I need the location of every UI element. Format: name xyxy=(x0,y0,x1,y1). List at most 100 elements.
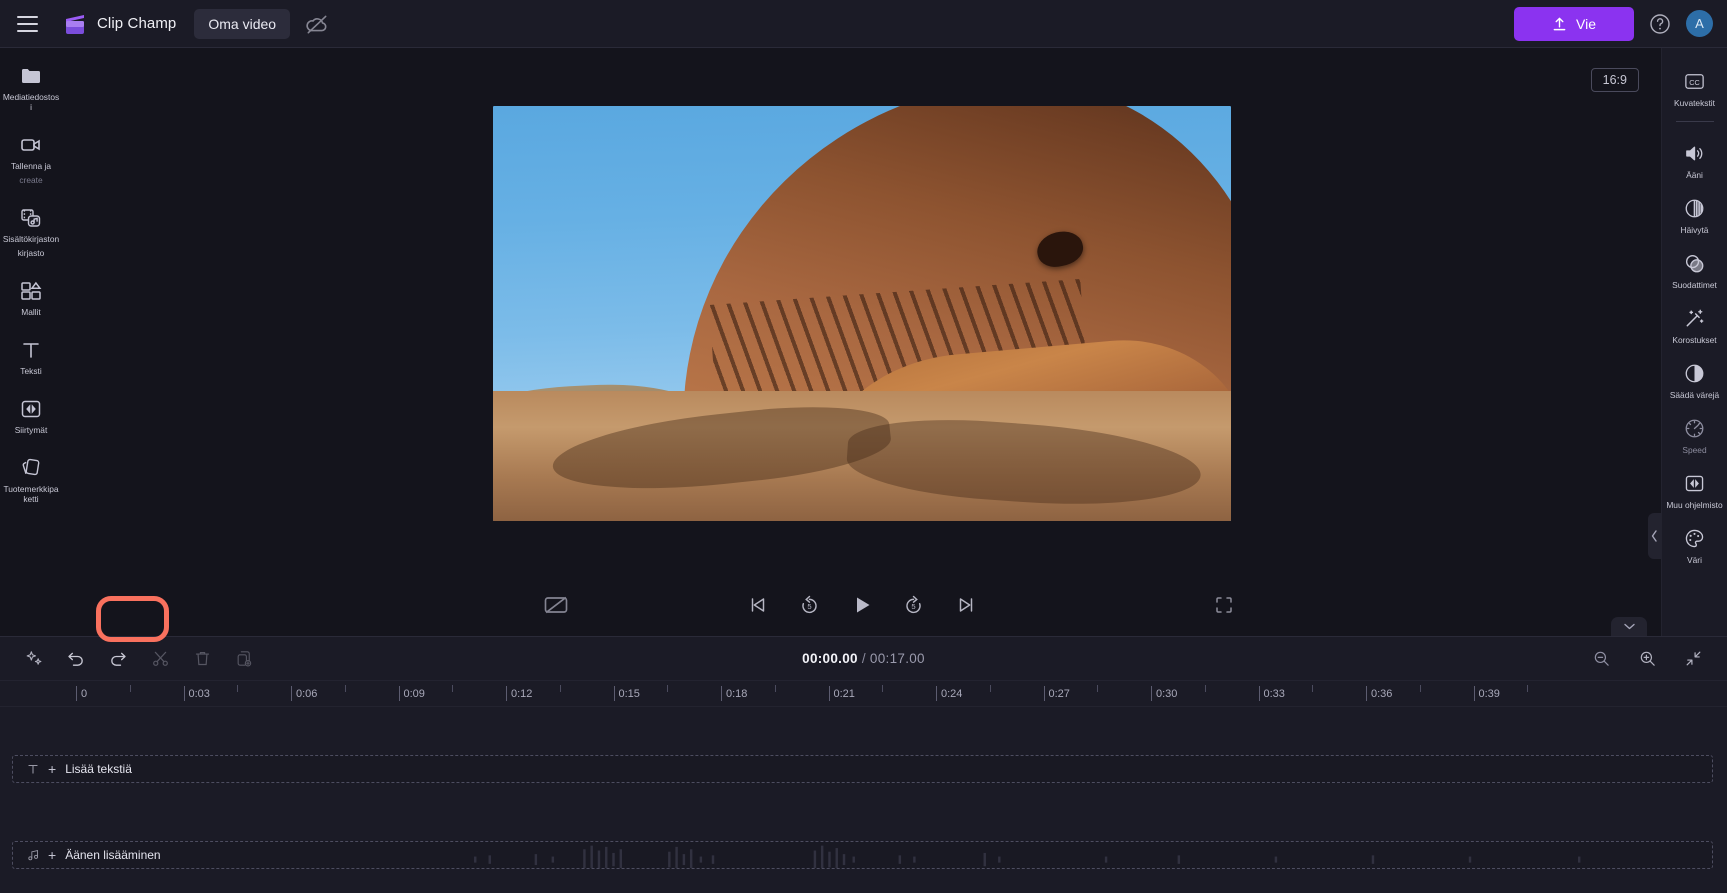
sidebar-item-content-library[interactable]: Sisältökirjaston kirjasto xyxy=(1,198,61,264)
skip-to-end-button[interactable] xyxy=(953,592,979,618)
ruler-minor-tick-mark xyxy=(237,685,239,692)
ruler-tick-label: 0:36 xyxy=(1371,688,1393,700)
add-audio-track[interactable]: + Äänen lisääminen xyxy=(12,841,1713,869)
zoom-in-icon[interactable] xyxy=(1631,644,1663,674)
right-item-label: Säädä värejä xyxy=(1669,390,1720,400)
split-button[interactable] xyxy=(144,644,176,674)
rail-divider xyxy=(1675,121,1714,122)
preview-stage: 16:9 5 5 xyxy=(62,48,1661,636)
right-sidebar: CC Kuvatekstit Ääni Häivytä Suodattimet … xyxy=(1661,48,1727,636)
clipchamp-logo-icon xyxy=(62,12,88,36)
add-plus-icon: + xyxy=(48,761,57,777)
brand-logo-group[interactable]: Clip Champ xyxy=(62,12,176,36)
skip-to-start-button[interactable] xyxy=(745,592,771,618)
right-item-label: Ääni xyxy=(1686,170,1703,180)
ruler-tick-mark xyxy=(76,686,77,701)
sidebar-item-label: Mallit xyxy=(21,307,41,317)
play-button[interactable] xyxy=(849,592,875,618)
sidebar-item-label: Teksti xyxy=(20,366,42,376)
fullscreen-icon[interactable] xyxy=(1212,593,1236,617)
ruler-minor-tick-mark xyxy=(452,685,454,692)
forward-5s-button[interactable]: 5 xyxy=(901,592,927,618)
add-text-track[interactable]: + Lisää tekstiä xyxy=(12,755,1713,783)
timeline-panel: 00:00.00/00:17.00 0 0:03 0:06 0:09 0:12 … xyxy=(0,617,1727,893)
templates-icon xyxy=(19,279,43,303)
sidebar-item-media[interactable]: Mediatiedostosi xyxy=(1,56,61,118)
auto-compose-button[interactable] xyxy=(18,644,50,674)
right-item-filters[interactable]: Suodattimet xyxy=(1663,242,1727,297)
user-avatar[interactable]: A xyxy=(1686,10,1713,37)
collapse-right-panel-button[interactable] xyxy=(1648,513,1661,559)
ruler-tick-label: 0:27 xyxy=(1048,688,1070,700)
right-item-fade[interactable]: Häivytä xyxy=(1663,187,1727,242)
brand-name: Clip Champ xyxy=(97,15,177,32)
text-icon xyxy=(19,338,43,362)
cloud-off-icon[interactable] xyxy=(304,11,330,37)
ruler-tick-mark xyxy=(613,686,615,701)
aspect-ratio-button[interactable]: 16:9 xyxy=(1590,68,1639,92)
audio-track-row: + Äänen lisääminen xyxy=(12,841,1713,869)
timeline-ruler[interactable]: 0 0:03 0:06 0:09 0:12 0:15 0:18 0:21 0:24 0:27 0:3… xyxy=(0,681,1727,707)
right-item-label: Suodattimet xyxy=(1672,280,1717,290)
delete-button[interactable] xyxy=(186,644,218,674)
ruler-minor-tick-mark xyxy=(882,685,884,692)
right-item-label: Häivytä xyxy=(1680,225,1709,235)
right-item-color[interactable]: Väri xyxy=(1663,517,1727,572)
ruler-tick-label: 0:24 xyxy=(941,688,963,700)
ruler-tick-label: 0:33 xyxy=(1263,688,1285,700)
timeline-collapse-button[interactable] xyxy=(1611,617,1647,636)
ruler-tick-mark xyxy=(291,686,292,701)
hamburger-menu-icon[interactable] xyxy=(8,5,46,43)
project-name-chip[interactable]: Oma video xyxy=(194,8,291,39)
duplicate-button[interactable] xyxy=(228,644,260,674)
right-item-captions[interactable]: CC Kuvatekstit xyxy=(1663,60,1727,115)
right-item-audio[interactable]: Ääni xyxy=(1663,132,1727,187)
fit-to-screen-icon[interactable] xyxy=(1677,644,1709,674)
ruler-tick-mark xyxy=(828,686,830,701)
ruler-minor-tick-mark xyxy=(344,685,346,692)
video-preview[interactable] xyxy=(492,105,1231,521)
ruler-tick-mark xyxy=(398,686,400,701)
ruler-tick-mark xyxy=(1151,686,1152,701)
ruler-minor-tick-mark xyxy=(774,685,776,692)
waveform-decoration xyxy=(474,845,1581,868)
right-item-speed[interactable]: Speed xyxy=(1663,407,1727,462)
ruler-minor-tick-mark xyxy=(667,685,669,692)
svg-text:CC: CC xyxy=(1689,77,1700,86)
undo-button[interactable] xyxy=(60,644,92,674)
right-item-effects[interactable]: Korostukset xyxy=(1663,297,1727,352)
time-separator: / xyxy=(861,651,866,666)
right-item-label: Väri xyxy=(1687,555,1702,565)
captions-off-icon[interactable] xyxy=(542,591,570,619)
contrast-icon xyxy=(1683,361,1707,385)
right-item-adjust-colors[interactable]: Säädä värejä xyxy=(1663,352,1727,407)
sidebar-item-text[interactable]: Teksti xyxy=(1,330,61,382)
timeline-tool-group xyxy=(18,644,260,674)
zoom-out-icon[interactable] xyxy=(1585,644,1617,674)
sidebar-item-transitions[interactable]: Siirtymät xyxy=(1,389,61,441)
music-note-icon xyxy=(25,848,40,863)
ruler-tick-mark xyxy=(1366,686,1367,701)
ruler-tick-label: 0:18 xyxy=(726,688,748,700)
sidebar-item-record-create[interactable]: Tallenna ja create xyxy=(1,125,61,191)
rewind-5s-button[interactable]: 5 xyxy=(797,592,823,618)
right-item-label: Muu ohjelmisto xyxy=(1666,500,1723,510)
right-item-other-software[interactable]: Muu ohjelmisto xyxy=(1663,462,1727,517)
total-time: 00:17.00 xyxy=(869,651,925,666)
library-icon xyxy=(19,206,43,230)
ruler-tick-label: 0:39 xyxy=(1478,688,1500,700)
sidebar-item-label: Mediatiedostosi xyxy=(2,92,60,112)
sidebar-item-label: Siirtymät xyxy=(14,425,48,435)
export-label: Vie xyxy=(1576,15,1596,32)
transitions-icon xyxy=(1683,471,1707,495)
redo-button[interactable] xyxy=(102,644,134,674)
camera-icon xyxy=(19,133,43,157)
right-item-label: Speed xyxy=(1682,445,1707,455)
ruler-tick-mark xyxy=(506,686,507,701)
sidebar-item-templates[interactable]: Mallit xyxy=(1,271,61,323)
ruler-minor-tick-mark xyxy=(1419,685,1421,692)
help-circle-icon[interactable] xyxy=(1648,12,1672,36)
export-button[interactable]: Vie xyxy=(1514,6,1634,41)
sidebar-item-brand-kit[interactable]: Tuotemerkkipaketti xyxy=(1,448,61,510)
text-icon xyxy=(25,762,40,777)
